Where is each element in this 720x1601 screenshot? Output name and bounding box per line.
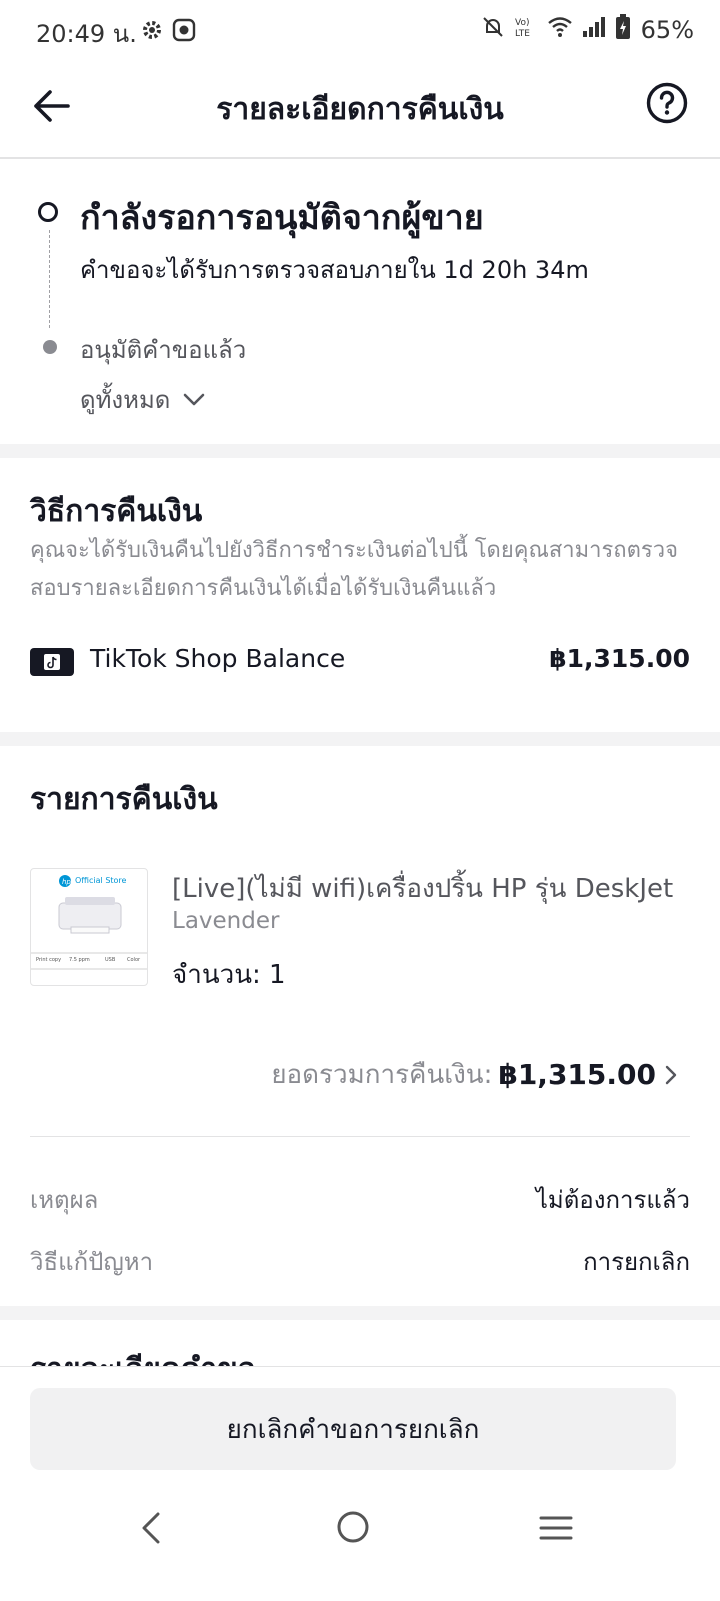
nav-recents-icon — [539, 1516, 573, 1540]
svg-text:USB: USB — [105, 957, 116, 963]
product-quantity: จำนวน: 1 — [172, 960, 286, 990]
header-divider — [0, 157, 720, 159]
section-divider — [0, 732, 720, 746]
view-all-button[interactable]: ดูทั้งหมด — [80, 380, 206, 419]
product-name[interactable]: [Live](ไม่มี wifi)เครื่องปริ้น HP รุ่น D… — [172, 868, 692, 909]
cancel-request-button[interactable]: ยกเลิกคำขอการยกเลิก — [30, 1388, 676, 1470]
current-step-icon — [38, 202, 58, 222]
battery-percent: 65% — [640, 16, 694, 44]
svg-text:Vo): Vo) — [515, 18, 529, 28]
next-step-icon — [43, 340, 57, 354]
product-variant: Lavender — [172, 908, 280, 934]
refund-method-amount: ฿1,315.00 — [549, 644, 690, 673]
timeline-connector — [49, 230, 50, 328]
svg-text:Color: Color — [127, 957, 141, 963]
refund-total-label: ยอดรวมการคืนเงิน: — [271, 1060, 493, 1090]
product-thumbnail[interactable]: hp Official Store Print copy 7.5 ppm USB… — [30, 868, 148, 986]
refund-items-title: รายการคืนเงิน — [30, 782, 218, 817]
status-right: Vo) LTE 65% — [481, 14, 694, 46]
tiktok-shop-icon — [30, 648, 74, 676]
refund-total-row[interactable]: ยอดรวมการคืนเงิน: ฿1,315.00 — [271, 1054, 680, 1095]
refund-method-title: วิธีการคืนเงิน — [30, 494, 203, 529]
refund-method-description: คุณจะได้รับเงินคืนไปยังวิธีการชำระเงินต่… — [30, 538, 678, 601]
svg-text:LTE: LTE — [515, 29, 530, 39]
svg-text:Official Store: Official Store — [75, 876, 127, 885]
wifi-icon — [547, 15, 573, 45]
help-button[interactable] — [646, 82, 688, 124]
mute-icon — [481, 15, 505, 45]
request-details-title: รายละเอียดคำขอ — [30, 1346, 256, 1366]
nav-recents-button[interactable] — [538, 1512, 574, 1544]
nav-back-icon — [142, 1512, 160, 1544]
status-time: 20:49 น. — [36, 20, 137, 48]
reason-label: เหตุผล — [30, 1186, 99, 1214]
battery-icon — [615, 14, 631, 46]
refund-method-name: TikTok Shop Balance — [90, 644, 346, 673]
refund-total-value: ฿1,315.00 — [498, 1058, 656, 1091]
screen-record-icon — [172, 18, 196, 46]
chevron-down-icon — [184, 393, 205, 405]
svg-text:7.5 ppm: 7.5 ppm — [69, 957, 90, 963]
section-divider — [0, 444, 720, 458]
nav-home-icon — [337, 1511, 369, 1543]
resolution-value: การยกเลิก — [583, 1248, 690, 1276]
view-all-label: ดูทั้งหมด — [80, 386, 171, 414]
nav-back-button[interactable] — [136, 1510, 166, 1546]
status-subtext: คำขอจะได้รับการตรวจสอบภายใน 1d 20h 34m — [80, 256, 589, 284]
divider — [30, 1136, 690, 1137]
page-title: รายละเอียดการคืนเงิน — [216, 92, 504, 127]
resolution-label: วิธีแก้ปัญหา — [30, 1248, 154, 1276]
nav-home-button[interactable] — [336, 1510, 370, 1544]
help-icon — [646, 82, 688, 124]
volte-icon: Vo) LTE — [513, 15, 539, 45]
reason-value: ไม่ต้องการแล้ว — [535, 1186, 690, 1214]
svg-text:hp: hp — [62, 878, 71, 886]
chevron-right-icon — [665, 1065, 677, 1084]
signal-icon — [581, 15, 607, 45]
svg-text:Print copy: Print copy — [36, 957, 61, 963]
section-divider — [0, 1306, 720, 1320]
status-next-step: อนุมัติคำขอแล้ว — [80, 336, 247, 364]
settings-icon — [140, 18, 164, 46]
status-title: กำลังรอการอนุมัติจากผู้ขาย — [80, 198, 484, 238]
